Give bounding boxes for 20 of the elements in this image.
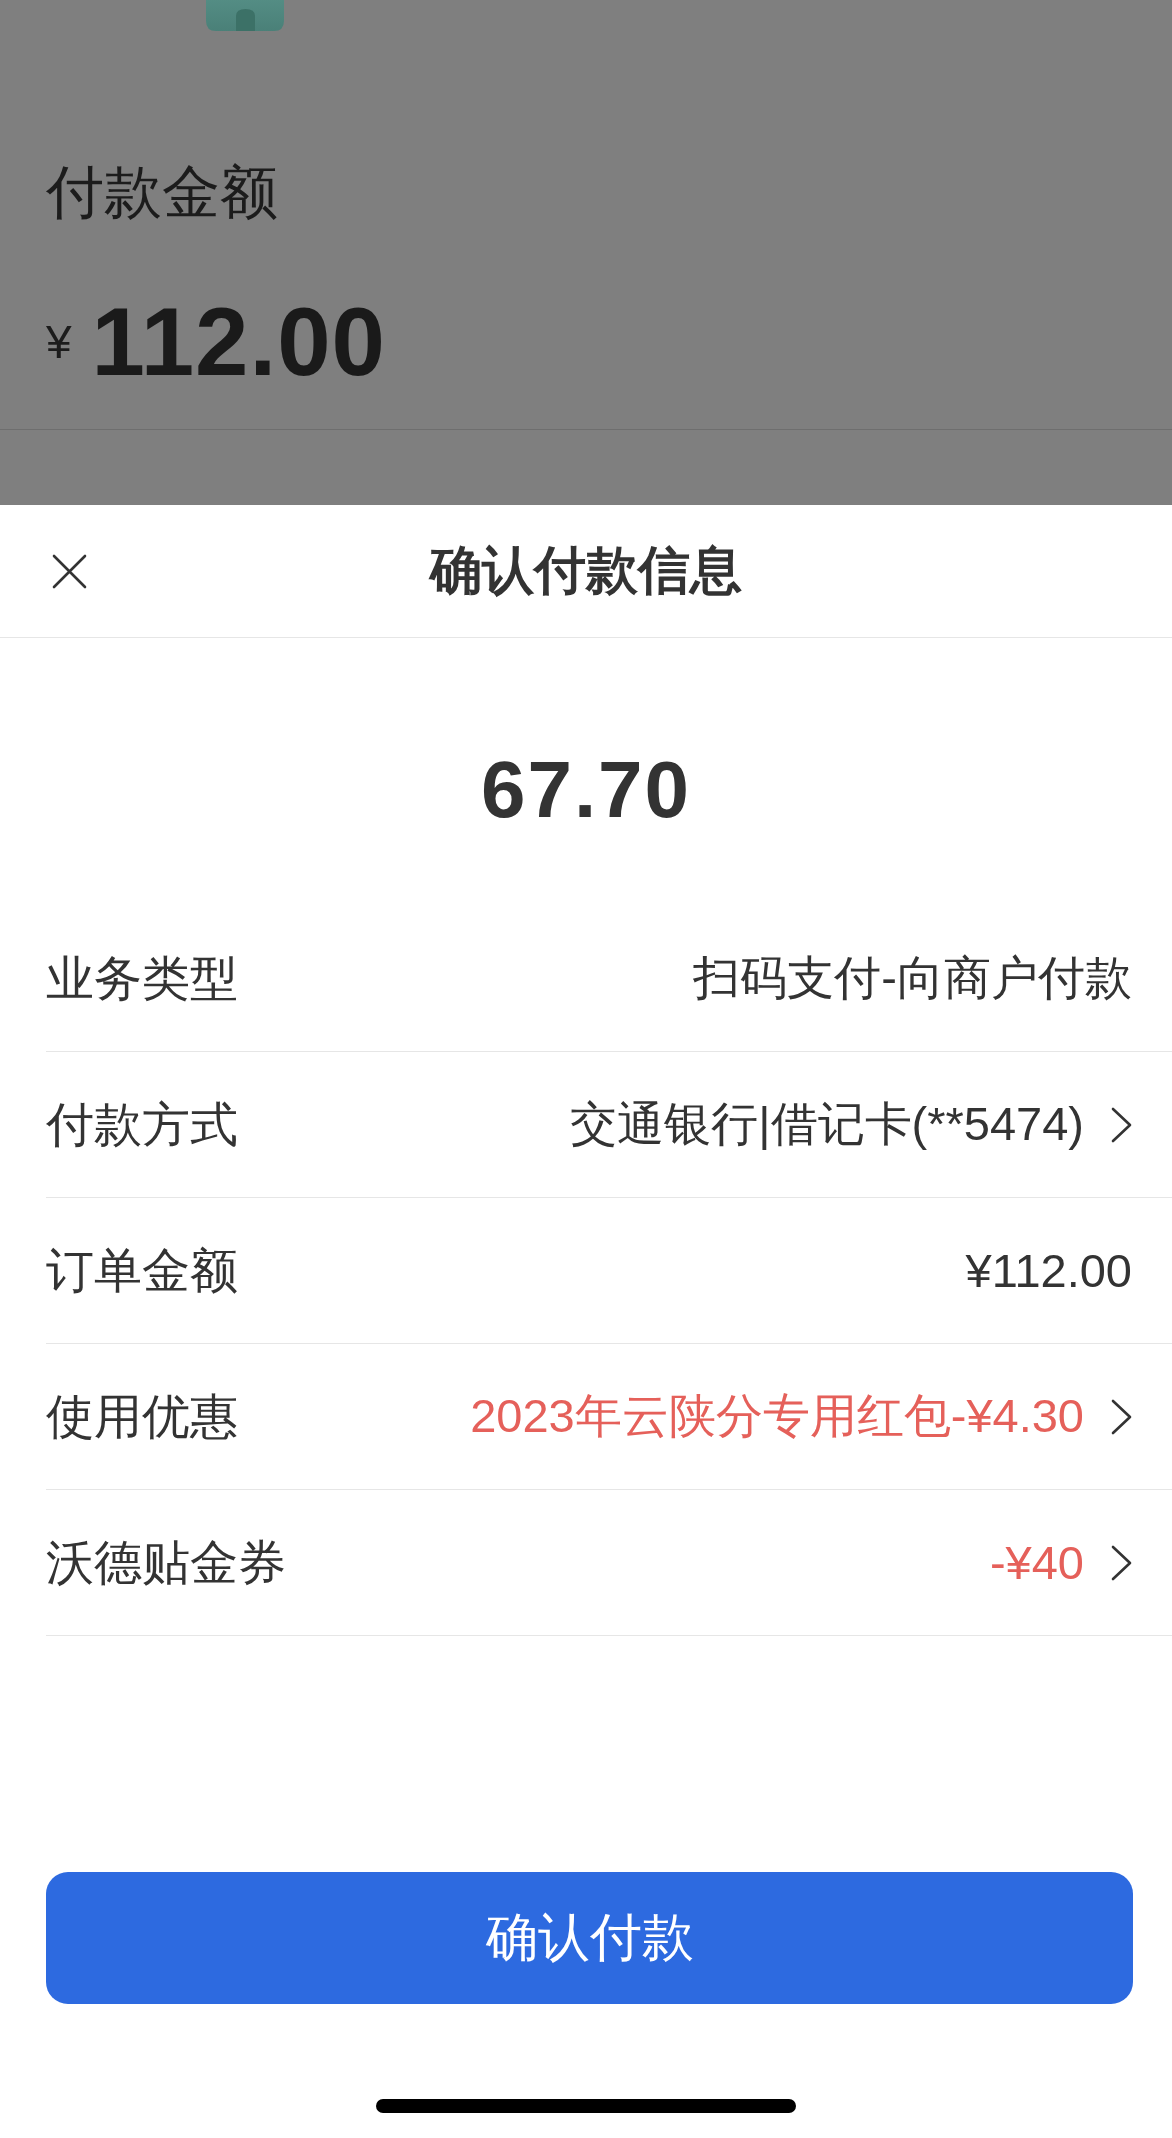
- confirm-payment-button[interactable]: 确认付款: [46, 1872, 1133, 2004]
- currency-symbol: ¥: [46, 319, 72, 365]
- row-label: 使用优惠: [46, 1388, 238, 1445]
- pay-amount: 67.70: [480, 750, 692, 830]
- row-value: 2023年云陕分专用红包-¥4.30: [470, 1388, 1084, 1444]
- sheet-title: 确认付款信息: [430, 540, 742, 601]
- row-value: -¥40: [989, 1535, 1084, 1590]
- chevron-icon[interactable]: [1111, 1106, 1132, 1143]
- row-label: 订单金额: [46, 1242, 238, 1299]
- close-icon[interactable]: [52, 553, 87, 589]
- row-label: 付款方式: [46, 1096, 238, 1153]
- payment-amount: 112.00: [91, 294, 386, 390]
- amount-label: 付款金额: [46, 158, 278, 226]
- row-label: 业务类型: [46, 950, 238, 1007]
- row-value: 扫码支付-向商户付款: [693, 950, 1132, 1006]
- chevron-icon[interactable]: [1111, 1544, 1132, 1581]
- chevron-icon[interactable]: [1111, 1398, 1132, 1435]
- row-value: 交通银行|借记卡(**5474): [570, 1096, 1084, 1152]
- row-label: 沃德贴金券: [46, 1534, 286, 1591]
- row-value: ¥112.00: [965, 1243, 1132, 1298]
